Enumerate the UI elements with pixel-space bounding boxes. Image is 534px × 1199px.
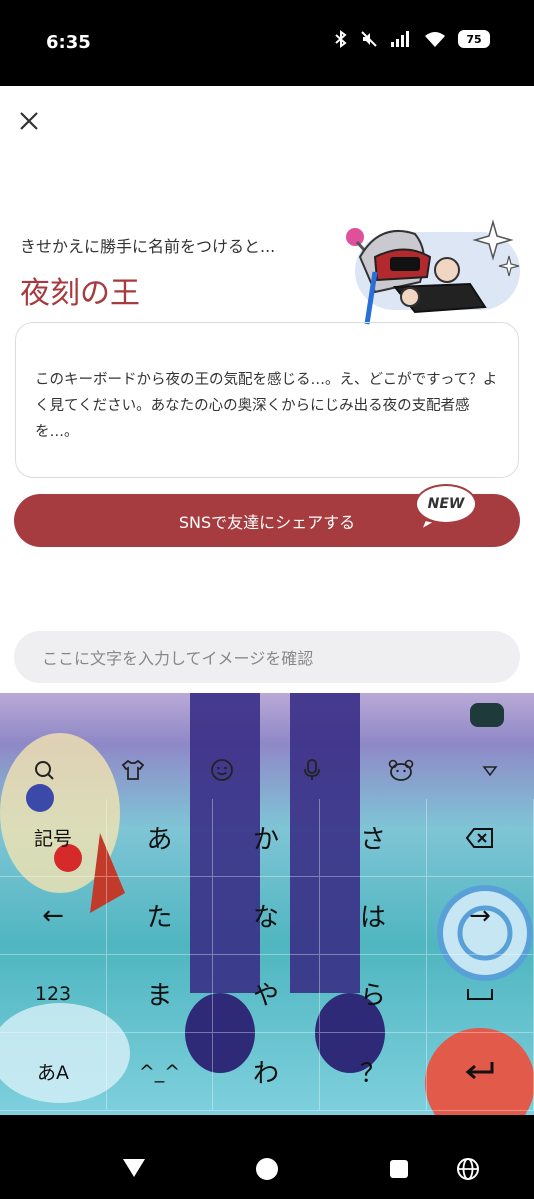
backspace-icon bbox=[465, 827, 493, 848]
key-ma[interactable]: ま bbox=[107, 955, 213, 1033]
key-numbers[interactable]: 123 bbox=[0, 955, 107, 1033]
back-icon[interactable] bbox=[121, 1157, 147, 1179]
mascot-illustration bbox=[346, 219, 520, 325]
keyboard-row-2: ← た な は → bbox=[0, 877, 534, 955]
key-symbols[interactable]: 記号 bbox=[0, 799, 107, 877]
theme-shirt-icon[interactable] bbox=[118, 755, 148, 785]
key-punctuation[interactable]: ？ bbox=[320, 1033, 427, 1111]
space-icon bbox=[467, 988, 493, 1000]
enter-icon bbox=[465, 1061, 494, 1079]
close-icon bbox=[20, 112, 38, 130]
new-badge-label: NEW bbox=[415, 484, 477, 524]
new-badge: NEW bbox=[415, 484, 481, 532]
recents-icon[interactable] bbox=[389, 1159, 409, 1179]
key-kaomoji[interactable]: ^_^ bbox=[107, 1033, 213, 1111]
key-ya[interactable]: や bbox=[213, 955, 320, 1033]
key-na[interactable]: な bbox=[213, 877, 320, 955]
globe-icon[interactable] bbox=[456, 1157, 480, 1181]
bluetooth-icon bbox=[335, 30, 347, 48]
key-ha[interactable]: は bbox=[320, 877, 427, 955]
home-icon[interactable] bbox=[255, 1157, 279, 1181]
keyboard-row-4: あA ^_^ わ ？ bbox=[0, 1033, 534, 1111]
status-icons: 75 bbox=[334, 30, 490, 48]
signal-icon bbox=[391, 31, 409, 47]
status-time: 6:35 bbox=[46, 32, 91, 53]
bear-sticker-icon[interactable] bbox=[386, 755, 416, 785]
microphone-icon[interactable] bbox=[297, 755, 327, 785]
space-key[interactable] bbox=[427, 955, 534, 1033]
description-text: このキーボードから夜の王の気配を感じる…。え、どこがですって？よく見てください。… bbox=[35, 372, 498, 440]
search-icon[interactable] bbox=[29, 755, 59, 785]
key-ra[interactable]: ら bbox=[320, 955, 427, 1033]
page-title: 夜刻の王 bbox=[20, 276, 140, 311]
share-button-label: SNSで友達にシェアする bbox=[178, 512, 356, 532]
key-sa[interactable]: さ bbox=[320, 799, 427, 877]
enter-key[interactable] bbox=[427, 1033, 534, 1111]
key-right-arrow[interactable]: → bbox=[427, 877, 534, 955]
wifi-icon bbox=[425, 32, 445, 47]
system-nav-bar bbox=[0, 1115, 534, 1199]
key-a[interactable]: あ bbox=[107, 799, 213, 877]
description-card: このキーボードから夜の王の気配を感じる…。え、どこがですって？よく見てください。… bbox=[15, 322, 519, 478]
key-input-mode[interactable]: あA bbox=[0, 1033, 107, 1111]
preview-text-input[interactable]: ここに文字を入力してイメージを確認 bbox=[14, 631, 520, 683]
status-bar: 6:35 75 bbox=[0, 0, 534, 86]
keyboard: 記号 あ か さ ← た な は → 123 ま や ら あA ^_^ わ ？ bbox=[0, 693, 534, 1115]
backspace-key[interactable] bbox=[427, 799, 534, 877]
page-subtitle: きせかえに勝手に名前をつけると... bbox=[20, 237, 276, 256]
keyboard-row-1: 記号 あ か さ bbox=[0, 799, 534, 877]
close-button[interactable] bbox=[14, 106, 44, 136]
emoji-icon[interactable] bbox=[207, 755, 237, 785]
app-screen: きせかえに勝手に名前をつけると... 夜刻の王 このキーボードから夜の王の気配を… bbox=[0, 86, 534, 693]
mute-icon bbox=[361, 31, 377, 47]
key-wa[interactable]: わ bbox=[213, 1033, 320, 1111]
key-left-arrow[interactable]: ← bbox=[0, 877, 107, 955]
keyboard-collapse-icon[interactable] bbox=[475, 755, 505, 785]
battery-icon: 75 bbox=[458, 30, 490, 48]
keyboard-row-3: 123 ま や ら bbox=[0, 955, 534, 1033]
preview-input-placeholder: ここに文字を入力してイメージを確認 bbox=[42, 649, 314, 668]
key-ta[interactable]: た bbox=[107, 877, 213, 955]
key-ka[interactable]: か bbox=[213, 799, 320, 877]
